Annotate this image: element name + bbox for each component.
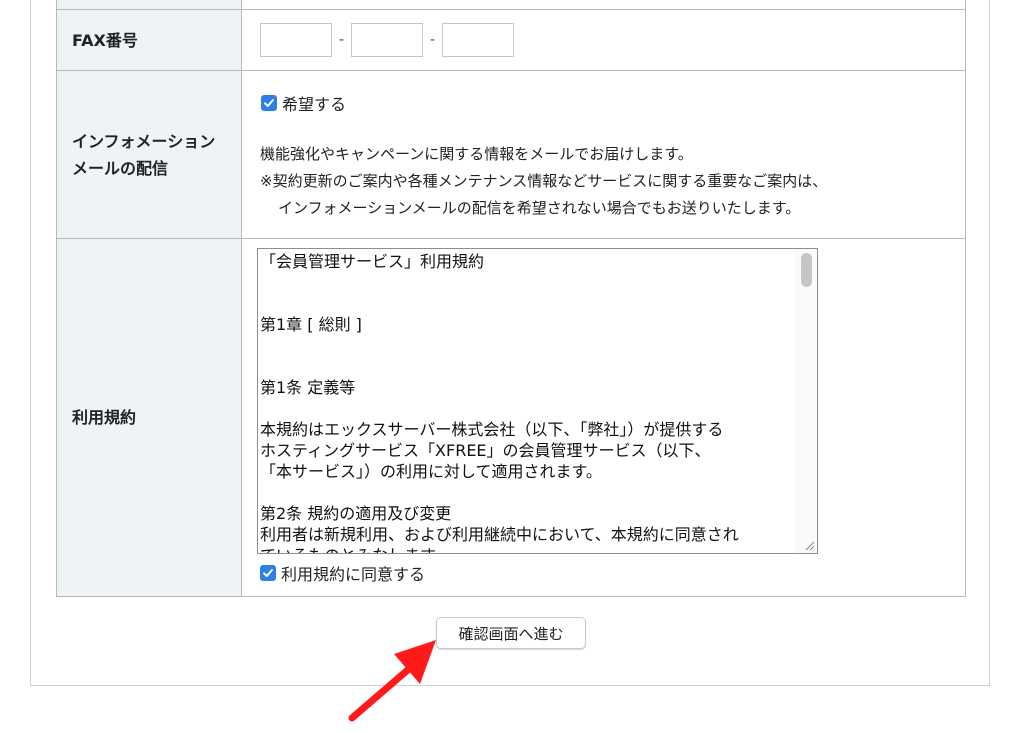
terms-text-line: ホスティングサービス「XFREE」の会員管理サービス（以下、	[260, 441, 711, 460]
info-mail-label-line2: メールの配信	[72, 158, 169, 178]
terms-text-line	[260, 293, 793, 314]
info-mail-row: インフォメーション メールの配信 希望する 機能強化やキャンペーンに関する情報を…	[56, 70, 966, 239]
fax-separator: -	[338, 32, 345, 48]
terms-text-line: 「会員管理サービス」利用規約	[260, 252, 485, 271]
info-mail-label: インフォメーション メールの配信	[56, 70, 242, 239]
fax-input-2[interactable]	[351, 23, 423, 57]
check-icon	[263, 569, 273, 577]
terms-label: 利用規約	[56, 238, 242, 597]
terms-agree-checkbox[interactable]	[260, 565, 276, 581]
red-arrow-icon	[348, 640, 436, 722]
info-mail-description: 機能強化やキャンペーンに関する情報をメールでお届けします。 ※契約更新のご案内や…	[260, 141, 965, 222]
info-mail-checkbox[interactable]	[261, 95, 277, 111]
terms-text-line	[260, 356, 793, 377]
terms-scrollbar[interactable]	[795, 249, 817, 553]
terms-text-line	[260, 398, 793, 419]
fax-separator: -	[429, 32, 436, 48]
terms-text: 「会員管理サービス」利用規約 第1章 [ 総則 ] 第1条 定義等 本規約はエッ…	[258, 249, 793, 553]
check-icon	[264, 99, 274, 107]
terms-text-line: 第1章 [ 総則 ]	[260, 315, 362, 334]
terms-agree-checkbox-row[interactable]: 利用規約に同意する	[260, 561, 965, 585]
info-mail-text-line1: 機能強化やキャンペーンに関する情報をメールでお届けします。	[260, 145, 693, 163]
terms-text-line	[260, 482, 793, 503]
terms-agree-label: 利用規約に同意する	[281, 565, 426, 584]
scrollbar-thumb[interactable]	[801, 253, 812, 287]
previous-row-fragment	[56, 0, 966, 10]
terms-text-line: 第1条 定義等	[260, 378, 356, 397]
confirm-button[interactable]: 確認画面へ進む	[436, 617, 586, 649]
terms-text-line	[260, 272, 793, 293]
info-mail-checkbox-label: 希望する	[282, 95, 347, 114]
terms-textarea[interactable]: 「会員管理サービス」利用規約 第1章 [ 総則 ] 第1条 定義等 本規約はエッ…	[257, 248, 818, 554]
fax-label: FAX番号	[56, 9, 242, 71]
resize-grip-icon[interactable]	[803, 539, 815, 551]
fax-input-3[interactable]	[442, 23, 514, 57]
fax-input-1[interactable]	[260, 23, 332, 57]
registration-form-table: FAX番号 - - インフォメーション メールの配信 希望する 機能強化やキャン…	[56, 0, 966, 597]
info-mail-text-line2: ※契約更新のご案内や各種メンテナンス情報などサービスに関する重要なご案内は、	[260, 172, 828, 190]
terms-text-line: 本規約はエックスサーバー株式会社（以下、「弊社」）が提供する	[260, 420, 724, 439]
info-mail-checkbox-row[interactable]: 希望する	[261, 91, 965, 115]
fax-row: FAX番号 - -	[56, 9, 966, 71]
info-mail-text-line3: インフォメーションメールの配信を希望されない場合でもお送りいたします。	[278, 199, 801, 217]
terms-text-line: ているものとみなします。	[260, 545, 793, 553]
terms-row: 利用規約 「会員管理サービス」利用規約 第1章 [ 総則 ] 第1条 定義等 本…	[56, 238, 966, 597]
terms-text-line: 「本サービス」）の利用に対して適用されます。	[260, 462, 602, 481]
terms-text-line	[260, 335, 793, 356]
info-mail-label-line1: インフォメーション	[72, 131, 216, 151]
terms-text-line: 第2条 規約の適用及び変更	[260, 504, 452, 523]
terms-text-line: 利用者は新規利用、および利用継続中において、本規約に同意され	[260, 525, 739, 544]
fax-inputs: - -	[242, 23, 965, 57]
